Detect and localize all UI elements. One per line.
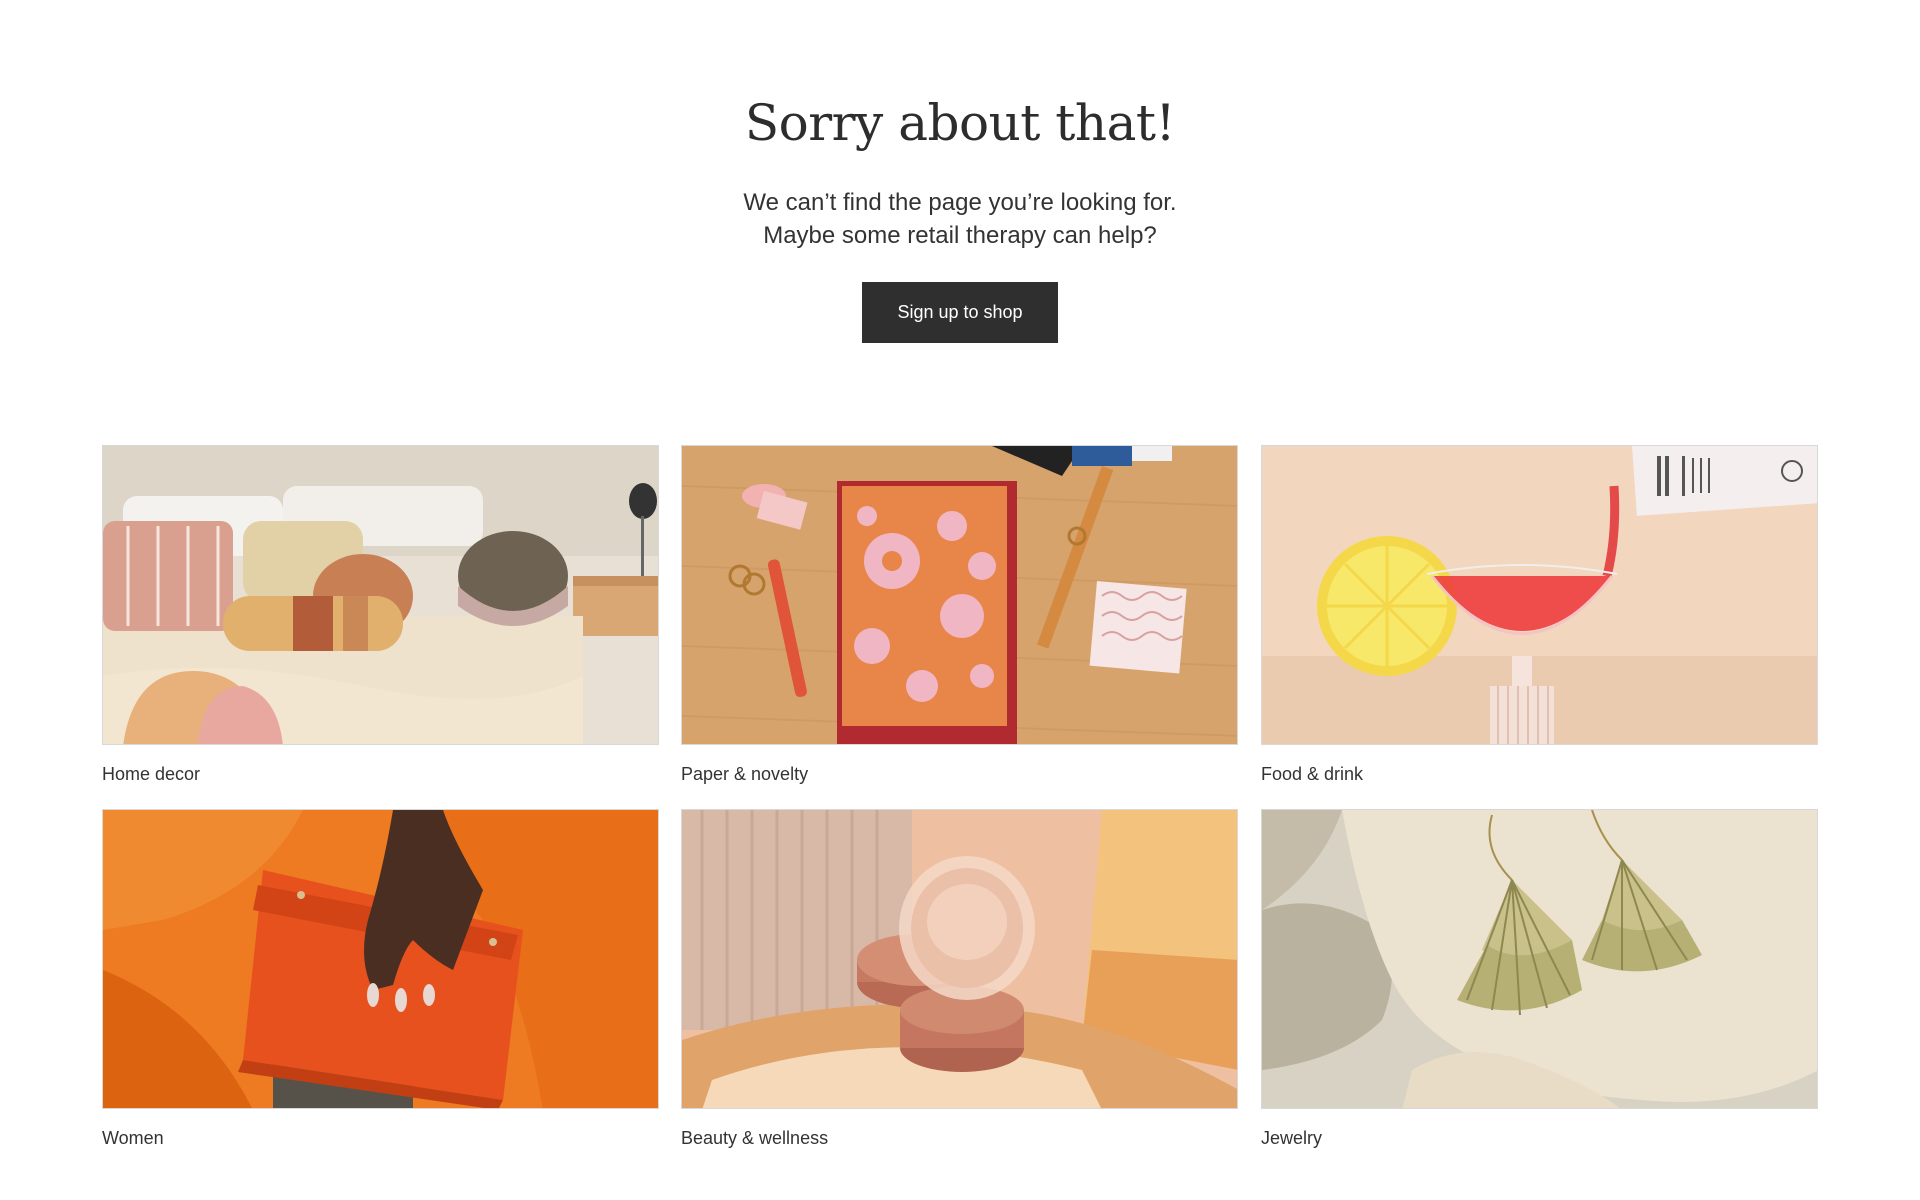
jewelry-image[interactable] — [1261, 809, 1818, 1109]
category-card-women[interactable]: Women — [102, 809, 659, 1149]
category-card-jewelry[interactable]: Jewelry — [1261, 809, 1818, 1149]
hero-subtitle: We can’t find the page you’re looking fo… — [0, 186, 1920, 252]
women-image[interactable] — [102, 809, 659, 1109]
category-card-beauty-wellness[interactable]: Beauty & wellness — [681, 809, 1238, 1149]
beauty-wellness-image[interactable] — [681, 809, 1238, 1109]
subtitle-line-2: Maybe some retail therapy can help? — [763, 222, 1157, 249]
category-label[interactable]: Paper & novelty — [681, 763, 1238, 785]
category-label[interactable]: Beauty & wellness — [681, 1127, 1238, 1149]
sign-up-button[interactable]: Sign up to shop — [862, 282, 1058, 343]
paper-novelty-image[interactable] — [681, 445, 1238, 745]
page-title: Sorry about that! — [744, 94, 1176, 152]
home-decor-image[interactable] — [102, 445, 659, 745]
food-drink-image[interactable] — [1261, 445, 1818, 745]
category-label[interactable]: Women — [102, 1127, 659, 1149]
category-card-paper-novelty[interactable]: Paper & novelty — [681, 445, 1238, 785]
category-label[interactable]: Food & drink — [1261, 763, 1818, 785]
category-card-food-drink[interactable]: Food & drink — [1261, 445, 1818, 785]
category-label[interactable]: Home decor — [102, 763, 659, 785]
category-label[interactable]: Jewelry — [1261, 1127, 1818, 1149]
category-card-home-decor[interactable]: Home decor — [102, 445, 659, 785]
subtitle-line-1: We can’t find the page you’re looking fo… — [743, 189, 1177, 216]
